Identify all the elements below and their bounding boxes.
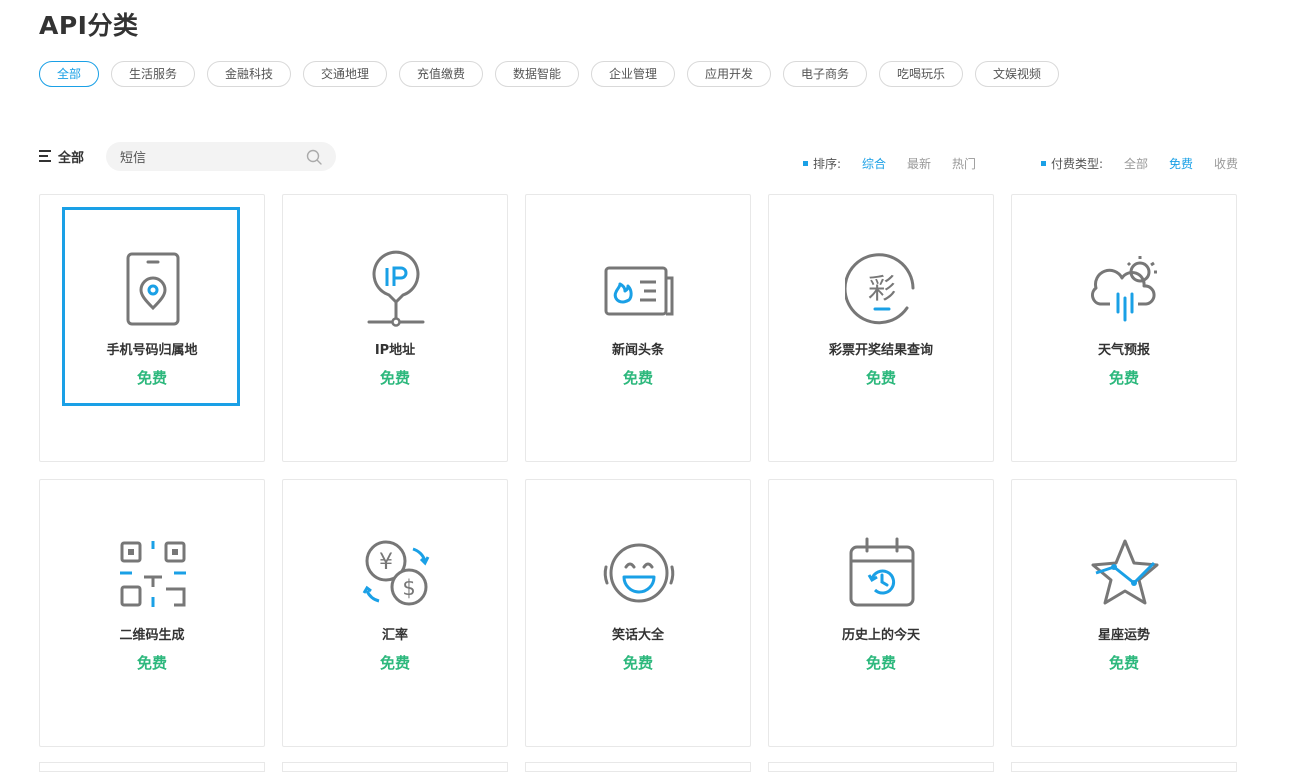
category-pill-life[interactable]: 生活服务 (111, 61, 195, 87)
api-card-name: IP地址 (374, 343, 416, 358)
phone-location-icon (126, 252, 180, 326)
api-card-name: 手机号码归属地 (106, 343, 198, 358)
category-pill-ecommerce[interactable]: 电子商务 (783, 61, 867, 87)
api-card-partial[interactable] (768, 762, 994, 772)
api-card-name: 天气预报 (1097, 343, 1150, 358)
api-card[interactable]: 天气预报 免费 (1011, 194, 1237, 462)
api-card[interactable]: 历史上的今天 免费 (768, 479, 994, 747)
payment-option-free[interactable]: 免费 (1169, 155, 1193, 172)
api-card-name: 新闻头条 (611, 343, 664, 358)
category-pill-data[interactable]: 数据智能 (495, 61, 579, 87)
api-card[interactable]: 二维码生成 免费 (39, 479, 265, 747)
sort-filter: 排序: 综合 最新 热门 (803, 155, 1003, 171)
qr-code-icon (120, 541, 186, 607)
sort-option-composite[interactable]: 综合 (862, 155, 886, 172)
exchange-rate-icon: ¥ $ (362, 540, 430, 606)
api-card-price: 免费 (1108, 654, 1139, 672)
payment-option-paid[interactable]: 收费 (1214, 155, 1238, 172)
api-card-partial[interactable] (1011, 762, 1237, 772)
payment-filter: 付费类型: 全部 免费 收费 (1041, 155, 1251, 171)
search-input[interactable] (120, 147, 300, 166)
payment-option-all[interactable]: 全部 (1124, 155, 1148, 172)
category-pill-fintech[interactable]: 金融科技 (207, 61, 291, 87)
api-card[interactable]: 笑话大全 免费 (525, 479, 751, 747)
api-card-price: 免费 (136, 369, 167, 387)
api-card-partial[interactable] (39, 762, 265, 772)
search-box (106, 142, 336, 171)
ip-pin-icon (367, 250, 425, 327)
svg-text:¥: ¥ (379, 550, 393, 575)
svg-text:$: $ (402, 576, 415, 600)
menu-icon (39, 150, 51, 162)
star-trend-icon (1091, 539, 1159, 605)
api-card-name: 二维码生成 (119, 628, 185, 643)
api-card-partial[interactable] (525, 762, 751, 772)
api-card-name: 星座运势 (1097, 628, 1150, 643)
api-card[interactable]: 星座运势 免费 (1011, 479, 1237, 747)
api-card-price: 免费 (622, 369, 653, 387)
api-card[interactable]: 新闻头条 免费 (525, 194, 751, 462)
api-card-name: 彩票开奖结果查询 (828, 343, 933, 358)
newspaper-icon (604, 266, 674, 316)
api-card[interactable]: 手机号码归属地 免费 (39, 194, 265, 462)
sort-option-hottest[interactable]: 热门 (952, 155, 976, 172)
page-title: API分类 (39, 11, 139, 40)
all-filter-label: 全部 (58, 151, 85, 166)
api-card-price: 免费 (1108, 369, 1139, 387)
api-card-price: 免费 (622, 654, 653, 672)
category-pill-all[interactable]: 全部 (39, 61, 99, 87)
api-card-price: 免费 (136, 654, 167, 672)
category-pill-enterprise[interactable]: 企业管理 (591, 61, 675, 87)
api-card-name: 汇率 (381, 628, 408, 643)
sort-bullet (803, 161, 808, 166)
api-card[interactable]: ¥ $ 汇率 免费 (282, 479, 508, 747)
api-card-price: 免费 (379, 369, 410, 387)
category-pill-traffic[interactable]: 交通地理 (303, 61, 387, 87)
api-card-price: 免费 (379, 654, 410, 672)
api-card-price: 免费 (865, 654, 896, 672)
category-pill-entertainment[interactable]: 文娱视频 (975, 61, 1059, 87)
api-card-price: 免费 (865, 369, 896, 387)
api-card-partial[interactable] (282, 762, 508, 772)
payment-bullet (1041, 161, 1046, 166)
api-card-name: 历史上的今天 (841, 628, 920, 643)
api-card[interactable]: IP地址 免费 (282, 194, 508, 462)
payment-label: 付费类型: (1051, 157, 1104, 171)
lottery-icon: 彩 (845, 253, 915, 325)
api-card-name: 笑话大全 (611, 628, 664, 643)
search-icon[interactable] (306, 149, 322, 165)
laughing-face-icon (603, 543, 675, 603)
calendar-history-icon (849, 537, 915, 607)
category-pill-recharge[interactable]: 充值缴费 (399, 61, 483, 87)
sort-option-newest[interactable]: 最新 (907, 155, 931, 172)
svg-text:彩: 彩 (868, 272, 896, 305)
category-pill-food-fun[interactable]: 吃喝玩乐 (879, 61, 963, 87)
weather-icon (1091, 256, 1157, 322)
api-card[interactable]: 彩 彩票开奖结果查询 免费 (768, 194, 994, 462)
sort-label: 排序: (813, 157, 842, 171)
category-pill-appdev[interactable]: 应用开发 (687, 61, 771, 87)
